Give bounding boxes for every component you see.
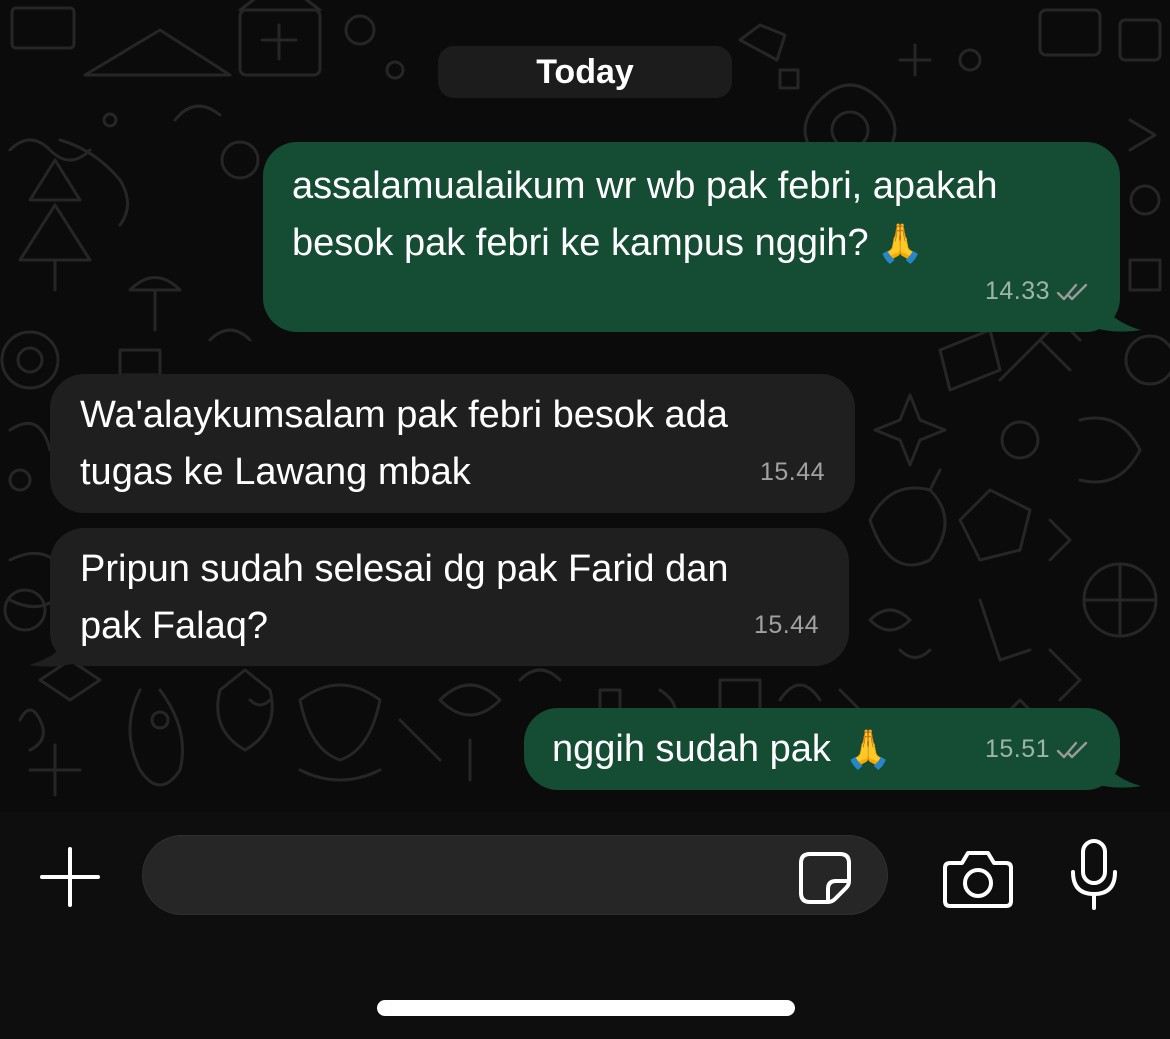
sticker-button[interactable]	[794, 848, 856, 908]
message-text: Pripun sudah selesai dg pak Farid dan pa…	[80, 541, 729, 655]
message-time: 15.44	[753, 611, 819, 639]
message-bubble-outgoing[interactable]: nggih sudah pak 🙏 15.51	[524, 708, 1120, 790]
camera-button[interactable]	[940, 843, 1016, 913]
chat-area[interactable]: Today assalamualaikum wr wb pak febri, a…	[0, 0, 1170, 813]
message-input[interactable]	[142, 835, 888, 915]
message-time: 15.44	[759, 458, 825, 486]
message-meta: 14.33	[985, 263, 1090, 320]
message-bubble-incoming[interactable]: Pripun sudah selesai dg pak Farid dan pa…	[50, 528, 849, 666]
home-indicator[interactable]	[377, 1000, 795, 1016]
sticker-icon	[799, 852, 851, 904]
microphone-button[interactable]	[1066, 837, 1122, 913]
message-text: nggih sudah pak 🙏	[552, 721, 892, 779]
message-line: besok pak febri ke kampus nggih? 🙏	[292, 215, 997, 273]
date-label: Today	[536, 52, 634, 91]
message-line: assalamualaikum wr wb pak febri, apakah	[292, 165, 998, 207]
folded-hands-emoji: 🙏	[844, 729, 893, 772]
message-meta: 15.51	[985, 721, 1090, 778]
message-text: assalamualaikum wr wb pak febri, apakah …	[292, 158, 997, 273]
message-line: Pripun sudah selesai dg pak Farid dan	[80, 548, 729, 590]
double-check-read-icon	[1056, 741, 1088, 758]
double-check-read-icon	[1056, 283, 1088, 300]
plus-icon	[40, 847, 100, 907]
message-text: Wa'alaykumsalam pak febri besok ada tuga…	[80, 387, 728, 501]
message-time: 15.51	[984, 735, 1050, 763]
message-bubble-incoming[interactable]: Wa'alaykumsalam pak febri besok ada tuga…	[50, 374, 855, 513]
microphone-icon	[1071, 839, 1117, 910]
folded-hands-emoji: 🙏	[876, 223, 925, 266]
message-line: tugas ke Lawang mbak	[80, 451, 471, 493]
message-line: pak Falaq?	[80, 605, 269, 647]
attach-button[interactable]	[38, 845, 102, 909]
message-meta: 15.44	[760, 444, 825, 501]
message-meta: 15.44	[754, 597, 819, 654]
message-bubble-outgoing[interactable]: assalamualaikum wr wb pak febri, apakah …	[263, 142, 1120, 332]
message-input-bar	[0, 813, 1170, 1039]
message-line: Wa'alaykumsalam pak febri besok ada	[80, 394, 728, 436]
camera-icon	[943, 851, 1013, 908]
message-line-text: besok pak febri ke kampus nggih?	[292, 222, 869, 264]
date-separator: Today	[438, 46, 732, 98]
message-time: 14.33	[984, 277, 1050, 305]
message-line-text: nggih sudah pak	[552, 728, 831, 770]
